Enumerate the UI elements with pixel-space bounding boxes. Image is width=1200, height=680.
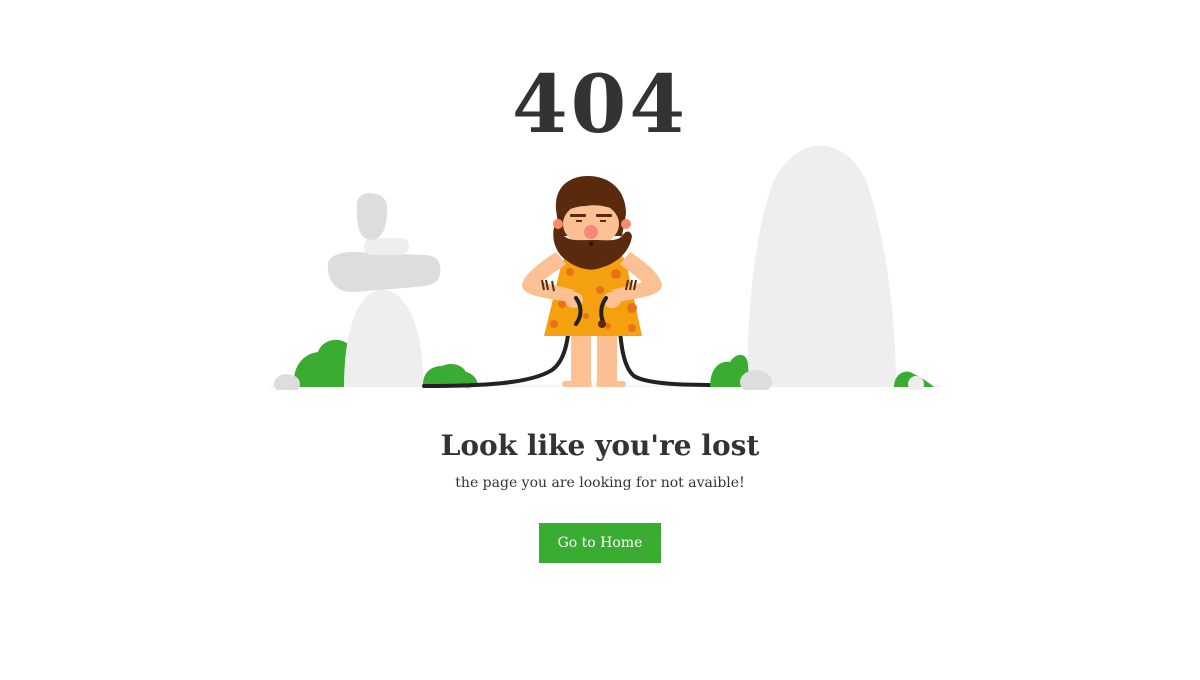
caveman-right-eyebrow [596,214,612,217]
left-bush [293,339,352,387]
caveman-right-ear [621,219,631,229]
caveman-right-leg [597,330,617,386]
stone-top [356,193,388,240]
caveman-right-foot [596,381,626,387]
caveman-right-eye [600,220,606,222]
caveman-mouth [589,242,593,246]
stone-small [364,238,409,255]
caveman-nose [584,225,598,239]
caveman-left-eyebrow [570,214,586,217]
stone-tall-left [344,290,424,387]
caveman-left-ear [553,219,563,229]
caveman-left-eye [576,220,582,222]
stone-tall-right [747,145,896,387]
stone-flat [327,252,441,293]
error-illustration [270,140,940,390]
caveman-left-leg [571,330,591,386]
lost-message: the page you are looking for not avaible… [455,475,745,491]
caveman-left-foot [562,381,592,387]
go-home-button[interactable]: Go to Home [539,523,661,563]
error-code: 404 [512,57,688,151]
error-page: 404 Look like you're lost the page you a… [0,0,1200,680]
lost-headline: Look like you're lost [440,429,760,462]
plug-end [598,320,606,328]
